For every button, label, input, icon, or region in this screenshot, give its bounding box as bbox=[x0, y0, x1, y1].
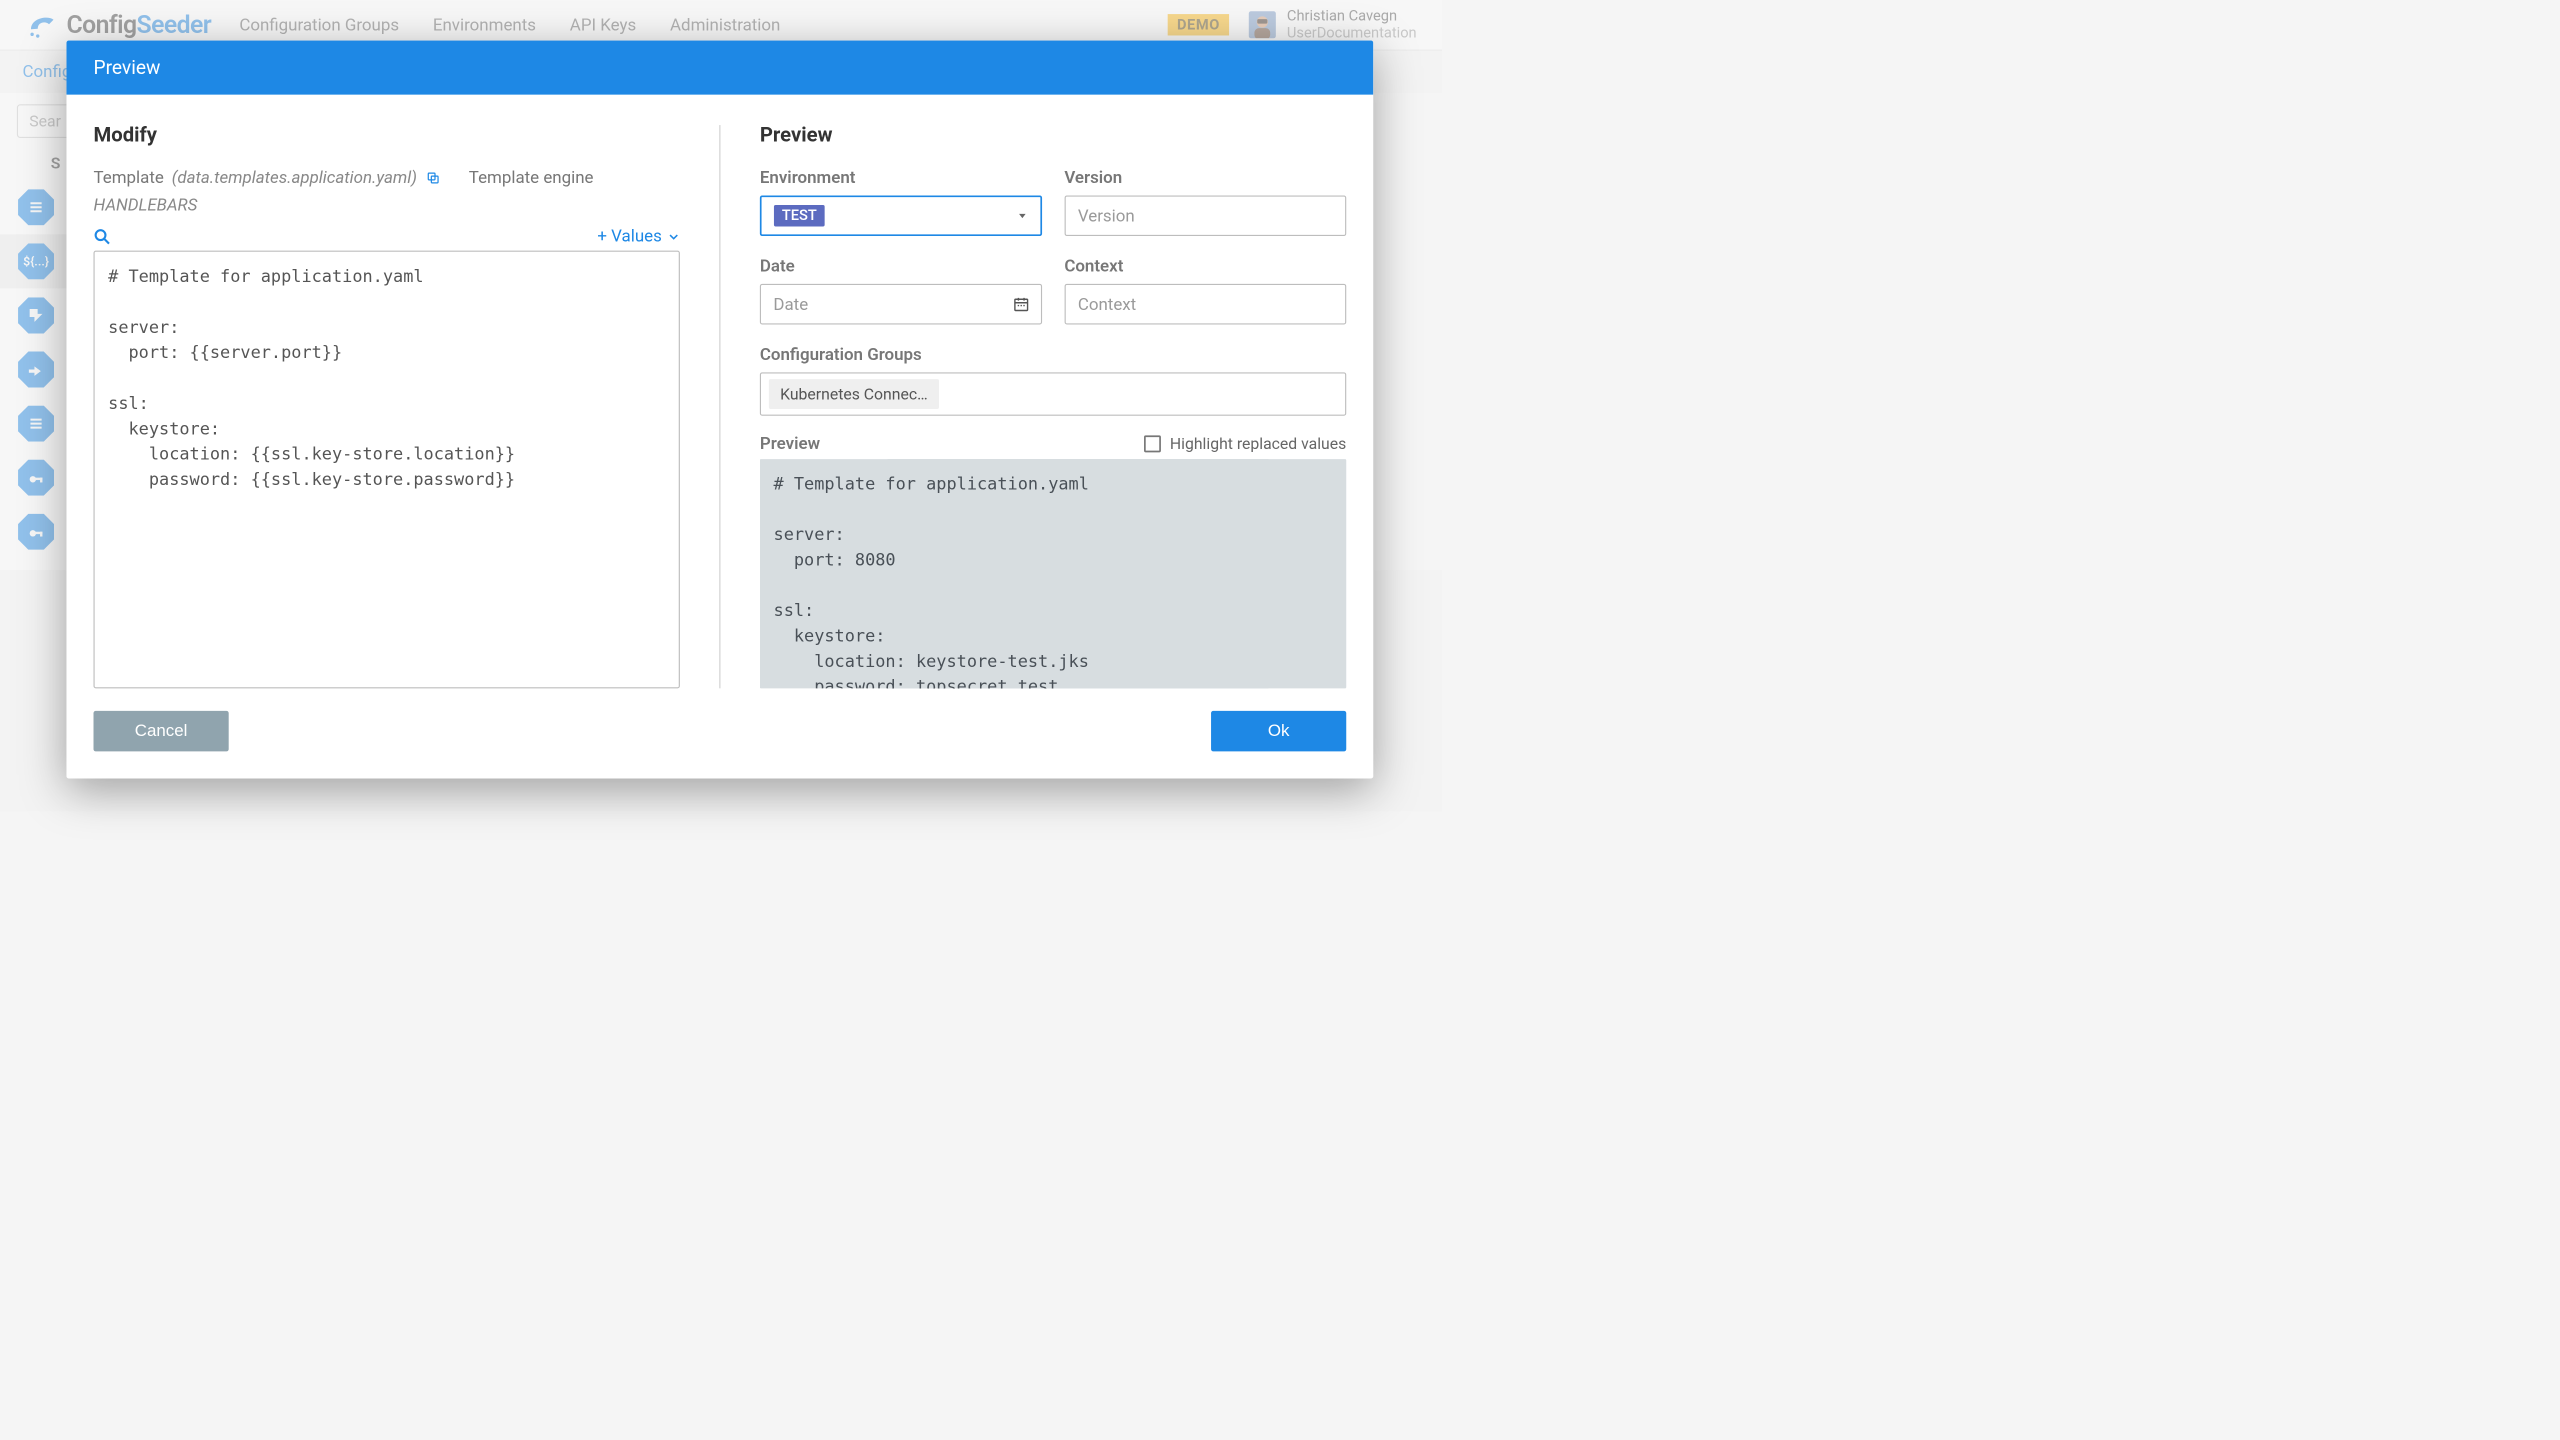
sidebar-item-icon bbox=[17, 350, 55, 388]
nav-api-keys[interactable]: API Keys bbox=[570, 15, 636, 35]
preview-heading: Preview bbox=[760, 123, 1346, 147]
preview-output: # Template for application.yaml server: … bbox=[760, 459, 1346, 688]
sidebar-item-icon: ${...} bbox=[17, 242, 55, 280]
engine-name: HANDLEBARS bbox=[94, 195, 198, 215]
avatar[interactable] bbox=[1249, 11, 1276, 38]
sidebar-item-icon bbox=[17, 296, 55, 334]
search-icon[interactable] bbox=[94, 228, 111, 245]
engine-label: Template engine bbox=[469, 168, 594, 188]
user-block[interactable]: Christian Cavegn UserDocumentation bbox=[1287, 7, 1417, 42]
sidebar-item-icon bbox=[17, 404, 55, 442]
preview-modal: Preview Modify Template (data.templates.… bbox=[66, 41, 1373, 779]
modify-heading: Modify bbox=[94, 123, 680, 147]
version-input[interactable]: Version bbox=[1064, 195, 1346, 236]
context-input[interactable]: Context bbox=[1064, 284, 1346, 325]
config-groups-label: Configuration Groups bbox=[760, 345, 1346, 365]
modal-title: Preview bbox=[66, 41, 1373, 95]
nav-config-groups[interactable]: Configuration Groups bbox=[239, 15, 399, 35]
calendar-icon[interactable] bbox=[1012, 296, 1029, 313]
ok-button[interactable]: Ok bbox=[1211, 711, 1346, 752]
copy-icon[interactable] bbox=[425, 169, 442, 186]
preview-panel: Preview Environment TEST Version Version bbox=[720, 123, 1346, 689]
environment-chip: TEST bbox=[774, 205, 825, 226]
dropdown-caret-icon bbox=[1016, 210, 1027, 221]
sidebar-item-icon bbox=[17, 513, 55, 551]
config-group-chip[interactable]: Kubernetes Connec… bbox=[769, 379, 939, 409]
config-groups-input[interactable]: Kubernetes Connec… bbox=[760, 372, 1346, 415]
template-label: Template bbox=[94, 168, 164, 188]
values-dropdown[interactable]: + Values bbox=[597, 226, 679, 246]
highlight-toggle[interactable]: Highlight replaced values bbox=[1144, 434, 1346, 453]
highlight-label: Highlight replaced values bbox=[1170, 434, 1346, 453]
logo-text: ConfigSeeder bbox=[66, 10, 211, 39]
cancel-button[interactable]: Cancel bbox=[94, 711, 229, 752]
nav-administration[interactable]: Administration bbox=[670, 15, 780, 35]
user-name: Christian Cavegn bbox=[1287, 7, 1417, 25]
logo-icon bbox=[25, 9, 56, 40]
nav-environments[interactable]: Environments bbox=[433, 15, 536, 35]
logo[interactable]: ConfigSeeder bbox=[25, 9, 211, 40]
date-label: Date bbox=[760, 256, 1042, 276]
environment-select[interactable]: TEST bbox=[760, 195, 1042, 236]
sidebar-item-icon bbox=[17, 459, 55, 497]
nav-links: Configuration Groups Environments API Ke… bbox=[239, 15, 780, 35]
context-label: Context bbox=[1064, 256, 1346, 276]
checkbox-icon bbox=[1144, 435, 1161, 452]
template-editor[interactable]: # Template for application.yaml server: … bbox=[94, 251, 680, 689]
modify-panel: Modify Template (data.templates.applicat… bbox=[94, 123, 720, 689]
demo-badge: DEMO bbox=[1168, 14, 1229, 35]
date-input[interactable]: Date bbox=[760, 284, 1042, 325]
sidebar-item-icon bbox=[17, 188, 55, 226]
environment-label: Environment bbox=[760, 168, 1042, 188]
preview-output-label: Preview bbox=[760, 434, 820, 454]
template-path: (data.templates.application.yaml) bbox=[172, 168, 417, 188]
version-label: Version bbox=[1064, 168, 1346, 188]
